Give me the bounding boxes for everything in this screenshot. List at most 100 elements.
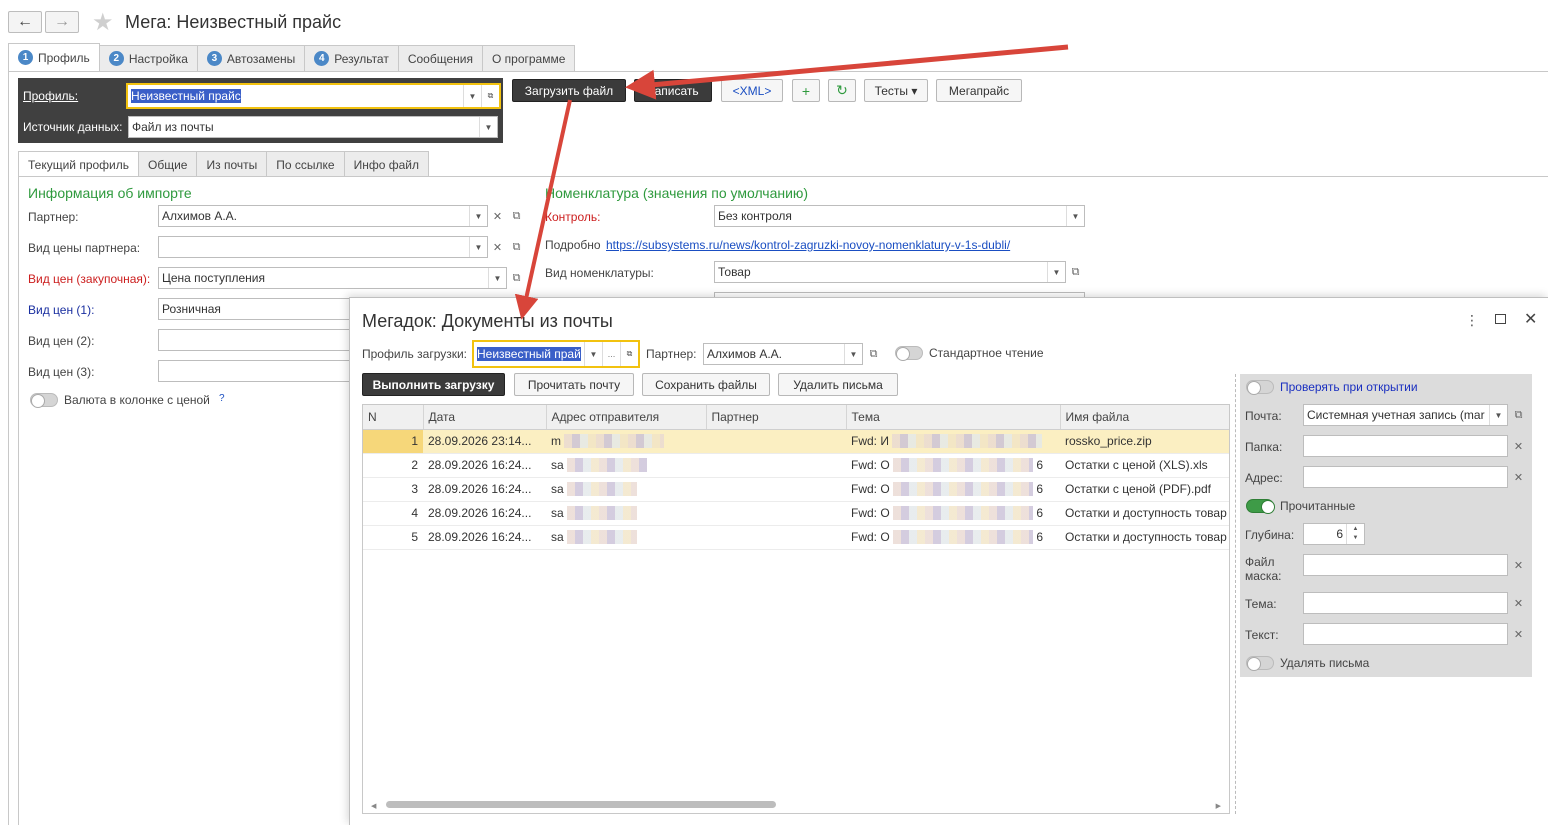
tab-current-profile[interactable]: Текущий профиль: [18, 151, 140, 177]
run-load-button[interactable]: Выполнить загрузку: [362, 373, 505, 396]
clear-icon[interactable]: ✕: [1509, 466, 1528, 488]
star-icon[interactable]: ★: [92, 8, 114, 37]
open-icon[interactable]: ⧉: [507, 236, 526, 258]
refresh-button[interactable]: ↻: [828, 79, 856, 102]
load-file-button[interactable]: Загрузить файл: [512, 79, 626, 102]
open-icon[interactable]: ⧉: [481, 85, 499, 107]
table-row[interactable]: 2 28.09.2026 16:24... sa Fwd: О 6 Остатк…: [363, 453, 1229, 478]
open-icon[interactable]: ⧉: [507, 267, 526, 289]
tab-by-link[interactable]: По ссылке: [266, 151, 345, 177]
open-icon[interactable]: ⧉: [1509, 404, 1528, 426]
column-header[interactable]: Имя файла: [1060, 405, 1229, 430]
save-button[interactable]: Записать: [634, 79, 712, 102]
dropdown-icon[interactable]: ▼: [844, 344, 862, 364]
subject-field[interactable]: [1303, 592, 1508, 614]
price3-field[interactable]: [158, 360, 353, 382]
mask-field[interactable]: [1303, 554, 1508, 576]
stepper-icon[interactable]: ▲ ▼: [1346, 524, 1364, 544]
back-button[interactable]: ←: [8, 11, 42, 33]
tests-button[interactable]: Тесты ▾: [864, 79, 928, 102]
dropdown-icon[interactable]: ▼: [1047, 262, 1065, 282]
partner-price-field[interactable]: ▼: [158, 236, 488, 258]
load-profile-field[interactable]: Неизвестный прай ▼ … ⧉: [472, 340, 640, 368]
cell-subject: Fwd: О 6: [846, 501, 1060, 526]
mail-field[interactable]: Системная учетная запись (mar ▼: [1303, 404, 1508, 426]
column-header[interactable]: Дата: [423, 405, 547, 430]
clear-icon[interactable]: ✕: [1509, 592, 1528, 614]
depth-field[interactable]: 6 ▲ ▼: [1303, 523, 1365, 545]
details-label: Подробно: [545, 238, 601, 252]
tab-about[interactable]: О программе: [481, 45, 576, 71]
maximize-icon[interactable]: [1495, 314, 1506, 324]
currency-toggle[interactable]: [30, 393, 58, 408]
add-button[interactable]: +: [792, 79, 820, 102]
price2-field[interactable]: [158, 329, 353, 351]
partner-field[interactable]: Алхимов А.А. ▼: [158, 205, 488, 227]
source-field[interactable]: Файл из почты ▼: [128, 116, 498, 138]
table-row[interactable]: 1 28.09.2026 23:14... m Fwd: И rossko_pr…: [363, 429, 1229, 454]
control-field[interactable]: Без контроля ▼: [714, 205, 1085, 227]
check-on-open-toggle[interactable]: [1246, 380, 1274, 395]
open-icon[interactable]: ⧉: [620, 342, 638, 366]
clear-icon[interactable]: ✕: [1509, 554, 1528, 576]
clear-icon[interactable]: ✕: [1509, 623, 1528, 645]
nomenclature-kind-field[interactable]: Товар ▼: [714, 261, 1066, 283]
price1-field[interactable]: Розничная: [158, 298, 353, 320]
dropdown-icon[interactable]: ▼: [584, 342, 602, 366]
clear-icon[interactable]: ✕: [488, 205, 507, 227]
ellipsis-icon[interactable]: …: [602, 342, 620, 366]
splitter[interactable]: [1235, 374, 1236, 814]
profile-field[interactable]: Неизвестный прайс ▼ ⧉: [126, 83, 501, 109]
column-header[interactable]: Партнер: [706, 405, 847, 430]
modal-partner-field[interactable]: Алхимов А.А. ▼: [703, 343, 863, 365]
address-field[interactable]: [1303, 466, 1508, 488]
table-row[interactable]: 3 28.09.2026 16:24... sa Fwd: О 6 Остатк…: [363, 477, 1229, 502]
details-link[interactable]: https://subsystems.ru/news/kontrol-zagru…: [606, 238, 1010, 252]
open-icon[interactable]: ⧉: [864, 343, 883, 365]
horizontal-scrollbar[interactable]: [386, 801, 776, 808]
xml-button[interactable]: <XML>: [721, 79, 783, 102]
text-field[interactable]: [1303, 623, 1508, 645]
open-icon[interactable]: ⧉: [507, 205, 526, 227]
standard-read-toggle[interactable]: [895, 346, 923, 361]
read-mail-button[interactable]: Прочитать почту: [514, 373, 634, 396]
table-row[interactable]: 5 28.09.2026 16:24... sa Fwd: О 6 Остатк…: [363, 525, 1229, 550]
dropdown-icon[interactable]: ▼: [488, 268, 506, 288]
megaprice-button[interactable]: Мегапрайс: [936, 79, 1022, 102]
tab-settings[interactable]: 2 Настройка: [98, 45, 198, 71]
tab-result[interactable]: 4 Результат: [304, 45, 399, 71]
column-header[interactable]: Тема: [846, 405, 1061, 430]
tab-profile[interactable]: 1 Профиль: [8, 43, 100, 71]
clear-icon[interactable]: ✕: [1509, 435, 1528, 457]
purchase-price-field[interactable]: Цена поступления ▼: [158, 267, 507, 289]
tab-from-mail[interactable]: Из почты: [196, 151, 268, 177]
close-icon[interactable]: ✕: [1524, 309, 1537, 329]
mail-table: N Дата Адрес отправителя Партнер Тема Им…: [362, 404, 1230, 814]
clear-icon[interactable]: ✕: [488, 236, 507, 258]
table-row[interactable]: 4 28.09.2026 16:24... sa Fwd: О 6 Остатк…: [363, 501, 1229, 526]
dropdown-icon[interactable]: ▼: [479, 117, 497, 137]
save-files-button[interactable]: Сохранить файлы: [642, 373, 770, 396]
read-toggle[interactable]: [1246, 499, 1275, 514]
delete-mails-toggle[interactable]: [1246, 656, 1274, 671]
column-header[interactable]: Адрес отправителя: [546, 405, 707, 430]
scroll-right-icon[interactable]: ▶: [1216, 802, 1221, 810]
folder-field[interactable]: [1303, 435, 1508, 457]
dropdown-icon[interactable]: ▼: [1489, 405, 1507, 425]
dropdown-icon[interactable]: ▼: [469, 206, 487, 226]
dropdown-icon[interactable]: ▼: [1066, 206, 1084, 226]
tab-messages[interactable]: Сообщения: [397, 45, 483, 71]
dropdown-icon[interactable]: ▼: [463, 85, 481, 107]
tab-general[interactable]: Общие: [138, 151, 198, 177]
more-icon[interactable]: ⋮: [1465, 312, 1479, 329]
delete-mails-button[interactable]: Удалить письма: [778, 373, 898, 396]
help-icon[interactable]: ?: [219, 393, 225, 404]
forward-button[interactable]: →: [45, 11, 79, 33]
tab-file-info[interactable]: Инфо файл: [343, 151, 429, 177]
column-header[interactable]: N: [363, 405, 424, 430]
open-icon[interactable]: ⧉: [1066, 261, 1085, 283]
tab-autoreplace[interactable]: 3 Автозамены: [196, 45, 306, 71]
table-header: N Дата Адрес отправителя Партнер Тема Им…: [363, 405, 1229, 430]
scroll-left-icon[interactable]: ◀: [371, 802, 376, 810]
dropdown-icon[interactable]: ▼: [469, 237, 487, 257]
